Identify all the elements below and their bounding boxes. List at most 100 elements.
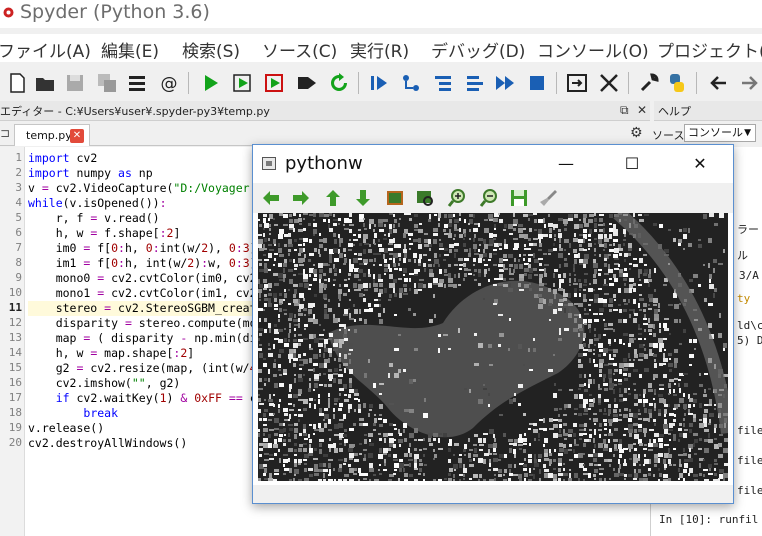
code-line[interactable]: v.release(): [28, 421, 104, 436]
fullscreen-icon[interactable]: [598, 72, 620, 94]
save-icon[interactable]: [64, 72, 86, 94]
maximize-button[interactable]: ☐: [609, 151, 655, 177]
run-cell-icon[interactable]: [232, 72, 254, 94]
code-line[interactable]: break: [28, 406, 118, 421]
code-line[interactable]: v = cv2.VideoCapture("D:/Voyager: [28, 181, 250, 196]
right-pane-text: 3/A: [739, 269, 759, 282]
line-number: 15: [8, 361, 22, 374]
close-tab-icon[interactable]: ✕: [70, 129, 84, 143]
image-icon[interactable]: [385, 188, 405, 208]
code-line[interactable]: map = ( disparity - np.min(di: [28, 331, 257, 346]
run-selection-icon[interactable]: [296, 72, 318, 94]
code-line[interactable]: while(v.isOpened()):: [28, 196, 167, 211]
right-pane-text: ty: [737, 292, 751, 305]
step-into-icon[interactable]: [432, 72, 454, 94]
line-number: 7: [15, 241, 22, 254]
save-image-icon[interactable]: [509, 188, 529, 208]
window-icon: [262, 157, 276, 170]
tab-label: temp.py: [26, 129, 72, 142]
open-folder-icon[interactable]: [34, 72, 56, 94]
run-cell-advance-icon[interactable]: [264, 72, 286, 94]
pythonw-window[interactable]: pythonw — ☐ ✕: [252, 144, 734, 504]
close-pane-icon[interactable]: ✕: [637, 103, 647, 117]
rerun-icon[interactable]: [328, 72, 350, 94]
source-label: ソース: [652, 129, 685, 142]
code-line[interactable]: mono0 = cv2.cvtColor(im0, cv2: [28, 271, 257, 286]
minimize-button[interactable]: —: [543, 151, 589, 177]
code-line[interactable]: cv2.destroyAllWindows(): [28, 436, 187, 451]
line-number: 5: [15, 211, 22, 224]
menu-file[interactable]: ファイル(A): [0, 37, 91, 62]
editor-file-path: エディター - C:¥Users¥user¥.spyder-py3¥temp.p…: [0, 105, 270, 118]
code-line[interactable]: im0 = f[0:h, 0:int(w/2), 0:3]: [28, 241, 257, 256]
forward-arrow-icon[interactable]: [738, 72, 760, 94]
right-pane-text: ld\c: [737, 319, 762, 332]
pan-left-icon[interactable]: [261, 188, 281, 208]
image-status-bar: [253, 485, 733, 503]
disparity-image: [258, 213, 728, 481]
tab-temp-py[interactable]: temp.py ✕: [14, 124, 90, 146]
undock-icon[interactable]: ⧉: [620, 103, 629, 118]
code-line[interactable]: h, w = f.shape[:2]: [28, 226, 181, 241]
code-line[interactable]: import numpy as np: [28, 166, 153, 181]
source-select-value: コンソール: [688, 126, 743, 139]
editor-tabbar: ⊐ temp.py ✕: [0, 122, 650, 146]
line-number: 8: [15, 256, 22, 269]
debug-icon[interactable]: [368, 72, 390, 94]
pan-up-icon[interactable]: [323, 188, 343, 208]
menu-source[interactable]: ソース(C): [262, 37, 337, 62]
right-pane-text: ラー: [737, 223, 759, 236]
code-line[interactable]: disparity = stereo.compute(mo: [28, 316, 257, 331]
pythonw-title: pythonw: [285, 153, 363, 174]
preferences-wrench-icon[interactable]: [638, 72, 660, 94]
new-file-icon[interactable]: [6, 72, 28, 94]
pythonw-titlebar[interactable]: pythonw — ☐ ✕: [253, 145, 733, 183]
line-number: 18: [8, 406, 22, 419]
python-path-icon[interactable]: [666, 72, 688, 94]
step-icon[interactable]: [400, 72, 422, 94]
code-line[interactable]: h, w = map.shape[:2]: [28, 346, 195, 361]
code-line[interactable]: import cv2: [28, 151, 97, 166]
menu-edit[interactable]: 編集(E): [101, 37, 159, 62]
code-line[interactable]: mono1 = cv2.cvtColor(im1, cv2: [28, 286, 257, 301]
right-pane-text: file: [737, 424, 762, 437]
menu-project[interactable]: プロジェクト(P: [657, 37, 762, 62]
run-icon[interactable]: [200, 72, 222, 94]
at-symbol-icon[interactable]: @: [158, 72, 180, 94]
pan-right-icon[interactable]: [291, 188, 311, 208]
help-pane-header: ヘルプ: [654, 101, 762, 121]
zoom-out-icon[interactable]: [479, 188, 499, 208]
step-return-icon[interactable]: [464, 72, 486, 94]
continue-icon[interactable]: [494, 72, 516, 94]
right-pane-text: file: [737, 454, 762, 467]
editor-pane-header: エディター - C:¥Users¥user¥.spyder-py3¥temp.p…: [0, 101, 650, 121]
tab-browse-icon[interactable]: ⊐: [0, 126, 10, 140]
menu-search[interactable]: 検索(S): [182, 37, 240, 62]
maximize-pane-icon[interactable]: [566, 72, 588, 94]
list-icon[interactable]: [126, 72, 148, 94]
chevron-down-icon: ▼: [744, 128, 751, 138]
menu-console[interactable]: コンソール(O): [537, 37, 649, 62]
stop-icon[interactable]: [526, 72, 548, 94]
code-line[interactable]: g2 = cv2.resize(map, (int(w/4: [28, 361, 257, 376]
help-source-bar: ⚙ ソース コンソール ▼: [630, 124, 762, 144]
code-line[interactable]: cv2.imshow("", g2): [28, 376, 181, 391]
code-line[interactable]: im1 = f[0:h, int(w/2):w, 0:3]: [28, 256, 257, 271]
source-select[interactable]: コンソール ▼: [684, 124, 756, 142]
line-number: 2: [15, 166, 22, 179]
right-pane-text: file: [737, 484, 762, 497]
code-line[interactable]: if cv2.waitKey(1) & 0xFF == c: [28, 391, 257, 406]
line-number: 19: [8, 421, 22, 434]
back-arrow-icon[interactable]: [708, 72, 730, 94]
menu-debug[interactable]: デバッグ(D): [431, 37, 525, 62]
brush-icon[interactable]: [539, 188, 559, 208]
menu-run[interactable]: 実行(R): [350, 37, 409, 62]
line-number: 1: [15, 151, 22, 164]
close-window-button[interactable]: ✕: [677, 151, 723, 177]
save-all-icon[interactable]: [96, 72, 118, 94]
zoom-image-icon[interactable]: [415, 188, 435, 208]
zoom-in-icon[interactable]: [447, 188, 467, 208]
code-line[interactable]: r, f = v.read(): [28, 211, 160, 226]
gear-icon[interactable]: ⚙: [630, 125, 643, 141]
pan-down-icon[interactable]: [353, 188, 373, 208]
